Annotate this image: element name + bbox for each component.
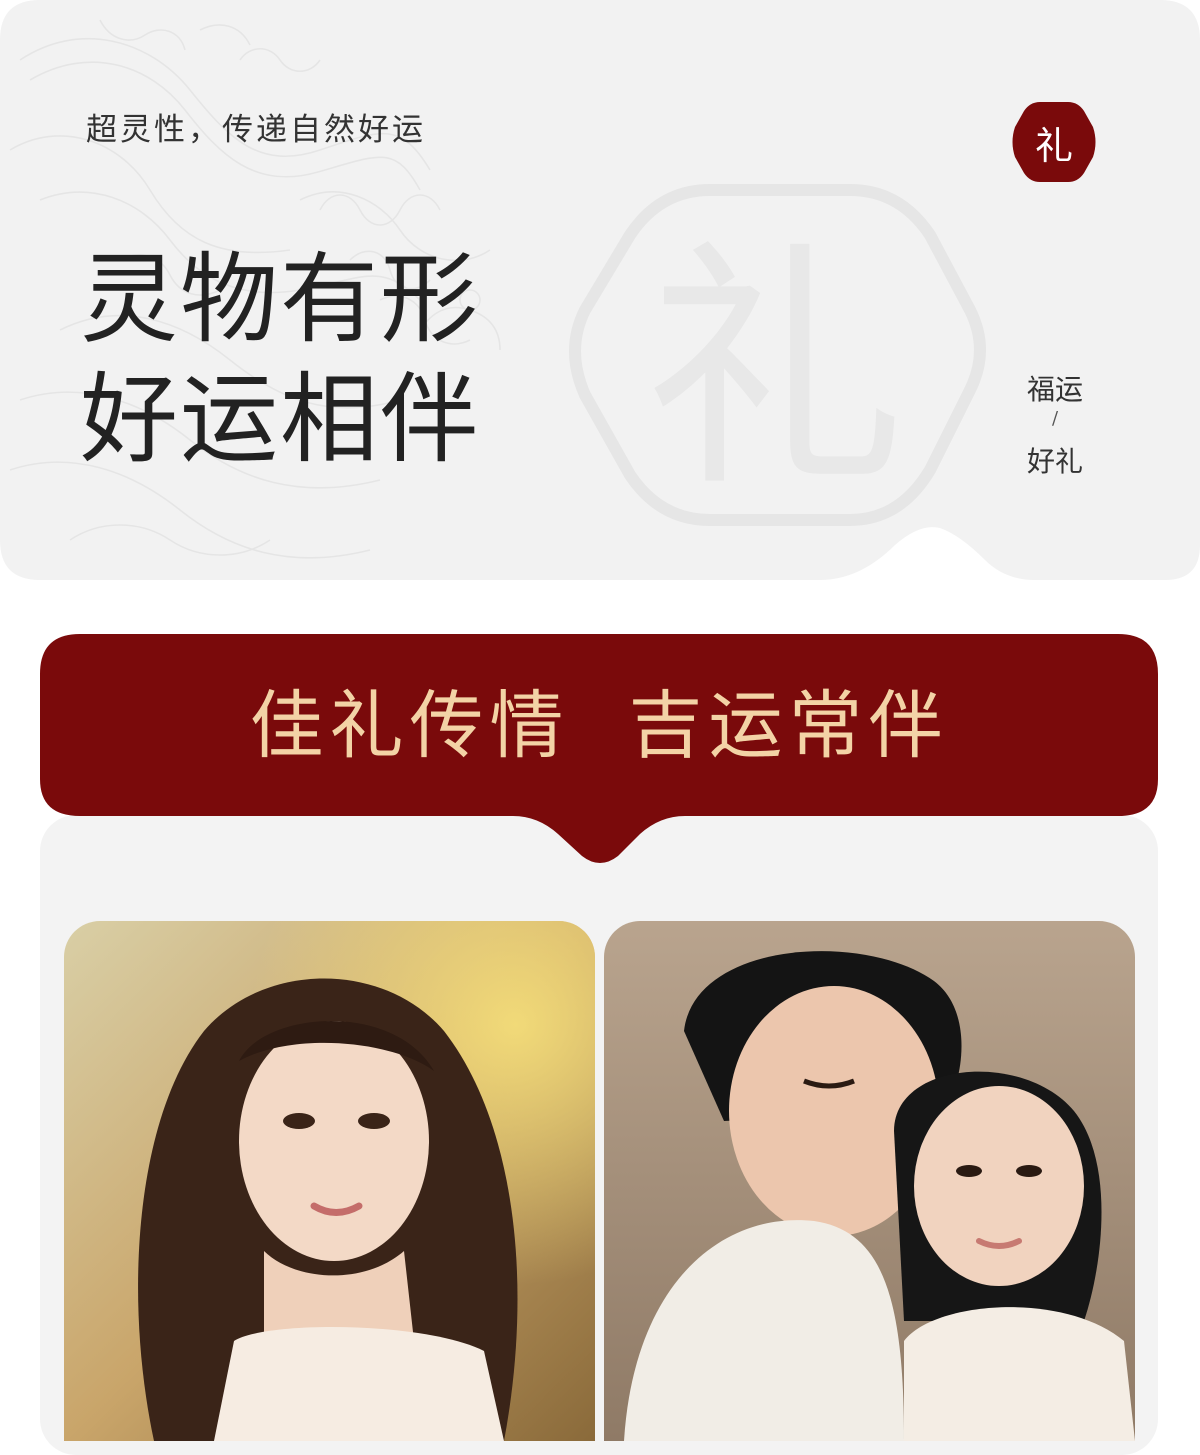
side-label-separator: / [1051, 408, 1059, 429]
side-label-bottom: 好礼 [1026, 445, 1083, 478]
couple-portrait-photo [604, 921, 1135, 1441]
banner-title: 佳礼传情 吉运常伴 [249, 682, 949, 769]
hero-headline-line2: 好运相伴 [80, 363, 481, 477]
hero-card: 礼 超灵性，传递自然好运 灵物有形 好运相伴 礼 福运 / 好礼 [0, 0, 1200, 580]
hero-headline-line1: 灵物有形 [80, 243, 481, 357]
woman-portrait-photo [64, 921, 595, 1441]
side-label-top: 福运 [1026, 373, 1083, 406]
hero-slogan: 超灵性，传递自然好运 [86, 112, 426, 148]
svg-text:礼: 礼 [645, 220, 905, 522]
seal-watermark-decoration: 礼 [569, 184, 986, 526]
seal-character: 礼 [1034, 123, 1073, 168]
